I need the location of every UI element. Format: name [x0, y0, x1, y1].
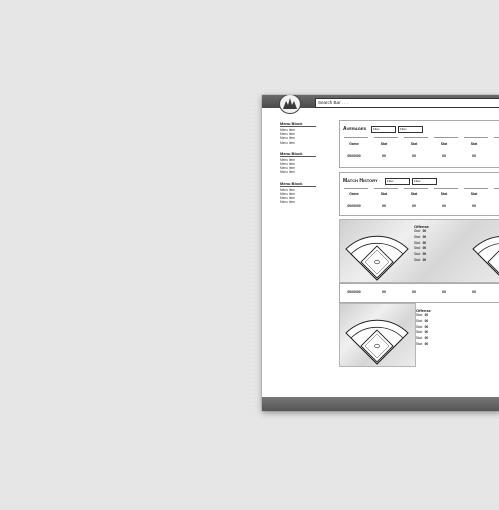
wireframe-page: Search Bar . . . Menu Block Menu Item Me…: [262, 95, 499, 411]
table-cell: 00: [472, 154, 476, 158]
table-cell: 00/00/00: [347, 204, 361, 208]
column-header: Stat: [470, 192, 478, 196]
column-divider: [434, 188, 458, 189]
column-header: Game: [349, 192, 359, 196]
column-divider: [374, 137, 398, 138]
column-header: Stat: [410, 142, 418, 146]
game-row: 00/00/00 00 00 00 00 0: [339, 283, 499, 303]
table-cell: 00: [412, 204, 416, 208]
table-cell: 0: [490, 154, 499, 158]
averages-title: Averages: [343, 126, 367, 132]
filter-dropdown[interactable]: Filter: [412, 178, 437, 185]
column-header: Stat: [440, 192, 448, 196]
table-cell: 00: [382, 204, 386, 208]
match-history-title: Match History: [343, 178, 378, 184]
column-divider: [464, 137, 488, 138]
table-cell: 00: [412, 154, 416, 158]
filter-dropdown[interactable]: Filter: [385, 178, 410, 185]
table-cell: 00/00/00: [347, 290, 361, 294]
column-divider: [344, 137, 368, 138]
flame-logo-icon: [283, 98, 297, 109]
table-cell: 0: [490, 290, 499, 294]
column-header: Stat: [470, 142, 478, 146]
column-divider: [464, 188, 488, 189]
menu-block-title: Menu Block: [280, 121, 316, 127]
match-history-panel: Match History Filter Filter Game Stat St…: [339, 172, 499, 216]
baseball-diamond-icon: [345, 235, 409, 281]
stat-row: Stat: 00: [414, 257, 427, 262]
column-divider: [344, 188, 368, 189]
menu-block-title: Menu Block: [280, 181, 316, 187]
field-stats-panel: Offense Stat: 00 Stat: 00 Stat: 00 Stat: 00 …: [339, 303, 431, 367]
table-cell: 00: [382, 154, 386, 158]
footer-bar: [262, 397, 499, 411]
menu-group: Menu Block Menu Item Menu Item Menu Item…: [280, 121, 320, 145]
column-header: Stat: [440, 142, 448, 146]
offense-stats: Offense Stat: 00 Stat: 00 Stat: 00 Stat: 00 …: [416, 308, 431, 348]
logo[interactable]: [279, 95, 301, 114]
column-header: St: [490, 142, 499, 146]
column-header: St: [490, 192, 499, 196]
filter-dropdown[interactable]: Filter: [398, 126, 423, 133]
table-cell: 00: [442, 204, 446, 208]
column-divider: [434, 137, 458, 138]
filter-dropdown[interactable]: Filter: [371, 126, 396, 133]
column-header: Stat: [410, 192, 418, 196]
menu-item[interactable]: Menu Item: [280, 200, 320, 204]
table-cell: 00: [472, 290, 476, 294]
table-cell: 0: [490, 204, 499, 208]
column-header: Game: [349, 142, 359, 146]
column-divider: [374, 188, 398, 189]
column-divider: [494, 188, 499, 189]
field-stats-panel: Offense Stat: 00 Stat: 00 Stat: 00 Stat: 00 …: [339, 219, 499, 283]
column-divider: [404, 188, 428, 189]
column-divider: [404, 137, 428, 138]
search-bar[interactable]: Search Bar . . .: [315, 98, 499, 108]
baseball-diamond-icon: [345, 319, 409, 365]
averages-panel: Averages Filter Filter Game Stat Stat St…: [339, 120, 499, 168]
baseball-diamond-icon: [472, 236, 499, 276]
menu-item[interactable]: Menu Item: [280, 170, 320, 174]
column-divider: [494, 137, 499, 138]
offense-stats: Offense Stat: 00 Stat: 00 Stat: 00 Stat: 00 …: [414, 224, 429, 264]
menu-block-title: Menu Block: [280, 151, 316, 157]
table-cell: 00: [472, 204, 476, 208]
menu-item[interactable]: Menu Item: [280, 141, 320, 145]
column-header: Stat: [380, 142, 388, 146]
stat-row: Stat: 00: [416, 341, 429, 346]
menu-group: Menu Block Menu Item Menu Item Menu Item…: [280, 181, 320, 205]
table-cell: 00: [412, 290, 416, 294]
column-header: Stat: [380, 192, 388, 196]
menu-group: Menu Block Menu Item Menu Item Menu Item…: [280, 151, 320, 175]
sidebar: Menu Block Menu Item Menu Item Menu Item…: [280, 121, 320, 210]
table-cell: 00: [442, 154, 446, 158]
top-bar: Search Bar . . .: [262, 95, 499, 114]
table-cell: 00/00/00: [347, 154, 361, 158]
table-cell: 00: [382, 290, 386, 294]
table-cell: 00: [442, 290, 446, 294]
